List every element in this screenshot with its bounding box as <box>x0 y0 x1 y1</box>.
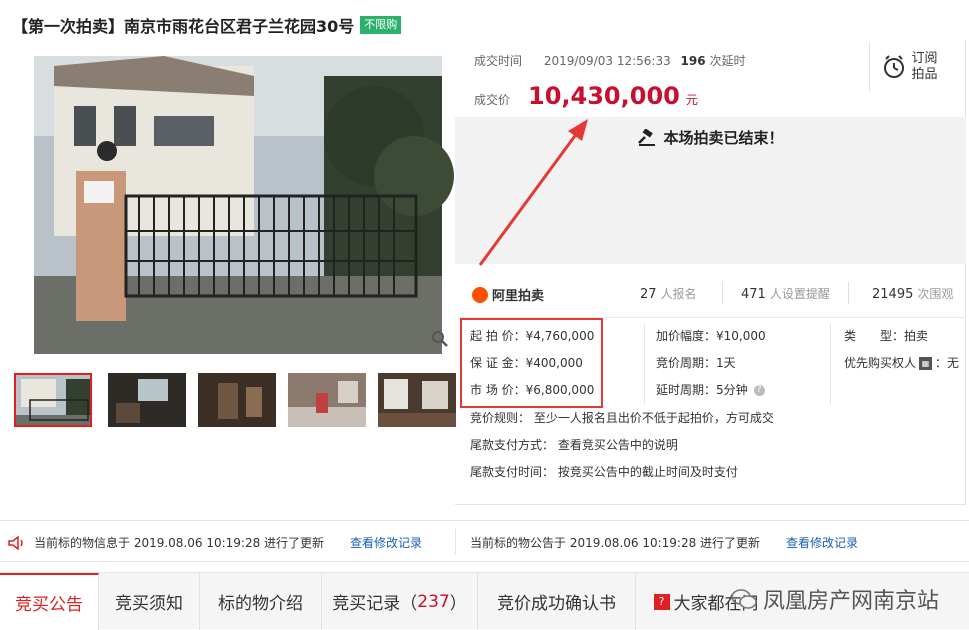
gavel-icon <box>638 128 656 146</box>
thumbnail-image <box>16 375 90 425</box>
zoom-icon[interactable] <box>431 330 449 348</box>
subscribe-line-2: 拍品 <box>911 67 938 82</box>
subscribe-line-1: 订阅 <box>911 51 938 66</box>
auction-parameters: 起 拍 价：¥4,760,000 保 证 金：¥400,000 市 场 价：¥6… <box>458 318 969 488</box>
thumbnail-image <box>288 373 366 427</box>
title-row: 【第一次拍卖】南京市雨花台区君子兰花园30号 不限购 <box>12 12 402 38</box>
auction-ended-text: 本场拍卖已结束！ <box>663 129 784 147</box>
alarm-clock-icon <box>884 55 905 78</box>
thumbnail-image <box>378 373 456 427</box>
villa-gate-photo <box>14 56 455 354</box>
auction-stats: 阿里拍卖 27 人报名 471 人设置提醒 21495 次围观 <box>458 268 966 318</box>
delay-count: 196 <box>680 54 706 68</box>
watermark: 凤凰房产网南京站 <box>731 583 939 615</box>
question-icon: ? <box>653 593 670 610</box>
auction-type: 类 型：拍卖 <box>844 327 928 344</box>
deal-price-row: 成交价 10,430,000 元 <box>474 82 698 110</box>
notice-update-text: 当前标的物公告于 2019.08.06 10:19:28 进行了更新 <box>470 536 761 550</box>
stat-divider <box>722 282 723 304</box>
tab-intro[interactable]: 标的物介绍 <box>200 573 322 630</box>
view-count: 21495 <box>872 287 914 302</box>
watermark-text: 凤凰房产网南京站 <box>762 589 939 614</box>
update-notice-bar: 当前标的物信息于 2019.08.06 10:19:28 进行了更新 查看修改记… <box>0 520 969 562</box>
annotation-arrow-icon <box>478 119 588 266</box>
help-icon[interactable]: ? <box>753 385 765 396</box>
tab-records-count: 237 <box>417 591 450 612</box>
detail-tabs: 竞买公告 竞买须知 标的物介绍 竞买记录（237） 竞价成功确认书 ? 大家都在… <box>0 572 969 630</box>
start-price: 起 拍 价：¥4,760,000 <box>470 329 595 343</box>
wechat-icon <box>731 589 757 609</box>
subscribe-label: 订阅 拍品 <box>911 51 937 83</box>
payment-method: 尾款支付方式： 查看竞买公告中的说明 <box>470 438 678 452</box>
auction-type-label: 类 型： <box>844 329 905 343</box>
thumbnail-4[interactable] <box>288 373 366 427</box>
ali-auction-logo: 阿里拍卖 <box>472 285 544 304</box>
tab-notice[interactable]: 竞买公告 <box>0 573 99 630</box>
update-divider <box>455 529 456 555</box>
ali-logo-icon <box>472 286 488 303</box>
tab-instructions[interactable]: 竞买须知 <box>99 573 200 630</box>
view-label: 次围观 <box>917 287 954 301</box>
delay-suffix: 次延时 <box>709 54 746 68</box>
thumbnail-image <box>198 373 276 427</box>
signup-label: 人报名 <box>660 287 697 301</box>
notice-update-notice: 当前标的物公告于 2019.08.06 10:19:28 进行了更新 查看修改记… <box>470 534 858 551</box>
param-divider <box>830 324 831 404</box>
deal-time-label: 成交时间 <box>474 54 523 68</box>
notice-change-log-link[interactable]: 查看修改记录 <box>786 534 858 551</box>
bid-increment: 加价幅度：¥10,000 <box>656 329 766 343</box>
deposit: 保 证 金：¥400,000 <box>470 356 583 370</box>
ali-logo-text: 阿里拍卖 <box>492 289 545 304</box>
deal-price-unit: 元 <box>685 93 698 107</box>
view-stat: 21495 次围观 <box>872 285 953 302</box>
signup-count: 27 <box>640 287 657 302</box>
priority-buyer-value: ：无 <box>935 356 960 370</box>
tab-records-close: ） <box>449 594 467 614</box>
tab-records-open: （ <box>400 594 418 614</box>
deal-price-label: 成交价 <box>474 93 511 107</box>
thumbnail-2[interactable] <box>108 373 186 427</box>
no-purchase-limit-badge: 不限购 <box>360 16 402 34</box>
deal-time-row: 成交时间 2019/09/03 12:56:33 196 次延时 <box>474 52 745 69</box>
deal-time-value: 2019/09/03 12:56:33 <box>543 54 671 68</box>
item-update-notice: 当前标的物信息于 2019.08.06 10:19:28 进行了更新 查看修改记… <box>8 534 422 551</box>
tab-records-label: 竞买记录 <box>332 594 401 614</box>
item-change-log-link[interactable]: 查看修改记录 <box>350 534 422 551</box>
extension-cycle: 延时周期：5分钟? <box>656 381 765 398</box>
item-update-text: 当前标的物信息于 2019.08.06 10:19:28 进行了更新 <box>34 536 325 550</box>
reminder-label: 人设置提醒 <box>769 287 830 301</box>
thumbnail-1[interactable] <box>14 373 92 427</box>
priority-buyer-label: 优先购买权人 <box>844 356 917 370</box>
bidding-rule: 竞价规则： 至少一人报名且出价不低于起拍价，方可成交 <box>470 411 774 425</box>
reminder-count: 471 <box>741 287 766 302</box>
deal-summary: 成交时间 2019/09/03 12:56:33 196 次延时 成交价 10,… <box>458 38 969 118</box>
speaker-icon <box>8 535 23 550</box>
tab-records[interactable]: 竞买记录（237） <box>322 573 478 630</box>
param-divider <box>644 324 645 404</box>
bidding-cycle: 竞价周期：1天 <box>656 356 736 370</box>
auction-type-value: 拍卖 <box>904 329 929 343</box>
thumbnail-5[interactable] <box>378 373 456 427</box>
tab-confirmation[interactable]: 竞价成功确认书 <box>478 573 636 630</box>
thumbnail-3[interactable] <box>198 373 276 427</box>
info-square-icon[interactable]: ▦ <box>919 357 933 370</box>
market-price: 市 场 价：¥6,800,000 <box>470 383 595 397</box>
subscribe-button[interactable]: 订阅 拍品 <box>869 42 951 92</box>
thumbnail-strip <box>14 373 456 429</box>
payment-time: 尾款支付时间： 按竞买公告中的截止时间及时支付 <box>470 465 738 479</box>
reminder-stat: 471 人设置提醒 <box>741 285 830 302</box>
stat-divider <box>848 282 849 304</box>
deal-price-value: 10,430,000 <box>528 82 680 110</box>
signup-stat: 27 人报名 <box>640 285 697 302</box>
thumbnail-image <box>108 373 186 427</box>
priority-buyer: 优先购买权人 ▦ ：无 <box>844 354 959 371</box>
extension-cycle-text: 延时周期：5分钟 <box>656 383 748 397</box>
page-title: 【第一次拍卖】南京市雨花台区君子兰花园30号 <box>12 17 355 36</box>
main-property-photo[interactable] <box>14 56 455 354</box>
